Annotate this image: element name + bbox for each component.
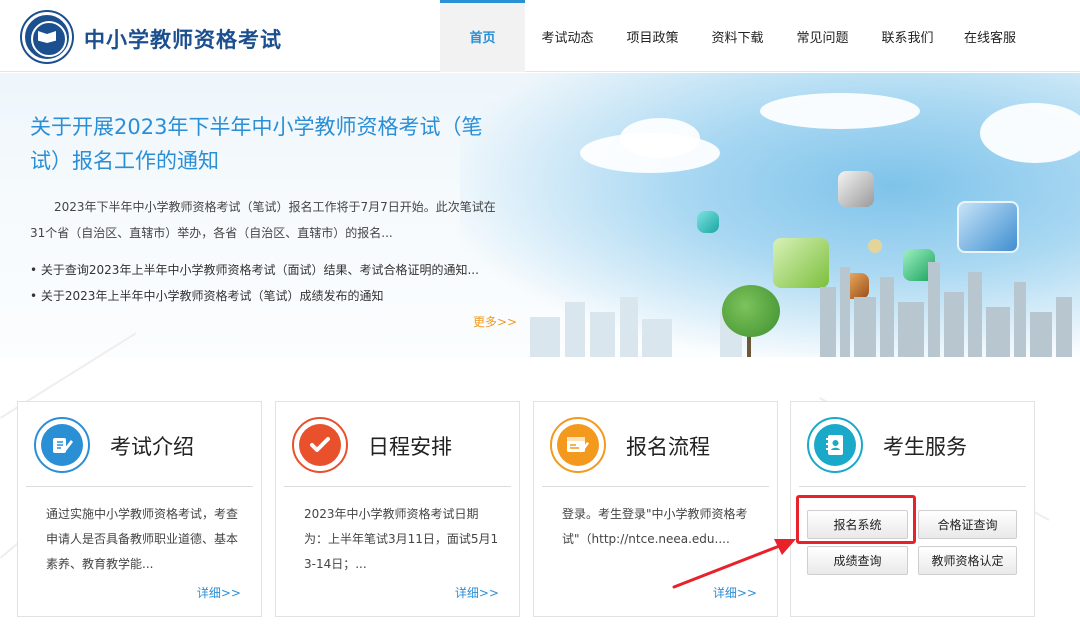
card-divider — [26, 486, 253, 487]
certificate-query-button[interactable]: 合格证查询 — [918, 510, 1017, 539]
contact-book-icon — [814, 424, 856, 466]
card-icon-ring — [807, 417, 863, 473]
nav-faq[interactable]: 常见问题 — [780, 0, 865, 72]
piano-cube-icon — [838, 171, 874, 207]
small-cube-icon — [697, 211, 719, 233]
annotation-arrow-icon — [672, 539, 796, 589]
nav-exam-news[interactable]: 考试动态 — [525, 0, 610, 72]
card-title: 报名流程 — [626, 435, 710, 459]
card-title: 考试介绍 — [110, 435, 194, 459]
site-header: 中小学教师资格考试 首页 考试动态 项目政策 资料下载 常见问题 联系我们 在线… — [0, 0, 1080, 72]
news-list: 关于查询2023年上半年中小学教师资格考试（面试）结果、考试合格证明的通知...… — [30, 257, 510, 309]
score-query-button[interactable]: 成绩查询 — [807, 546, 908, 575]
nav-online-service[interactable]: 在线客服 — [950, 0, 1030, 72]
cloud-decoration — [760, 93, 920, 129]
headline-link[interactable]: 关于开展2023年下半年中小学教师资格考试（笔试）报名工作的通知 — [30, 110, 500, 178]
card-icon-ring — [34, 417, 90, 473]
card-icon-ring — [550, 417, 606, 473]
form-edit-icon — [557, 424, 599, 466]
card-divider — [542, 486, 769, 487]
cloud-decoration — [620, 118, 700, 158]
nav-home[interactable]: 首页 — [440, 0, 525, 72]
site-logo-icon[interactable] — [22, 12, 72, 62]
card-description: 2023年中小学教师资格考试日期为：上半年笔试3月11日，面试5月13-14日；… — [304, 507, 499, 571]
tiny-cube-icon — [868, 239, 882, 253]
tree-illustration — [722, 285, 780, 337]
card-detail-link[interactable]: 详细>> — [455, 584, 499, 601]
card-title: 日程安排 — [368, 435, 452, 459]
card-title: 考生服务 — [883, 435, 967, 459]
main-nav: 首页 考试动态 项目政策 资料下载 常见问题 联系我们 在线客服 — [440, 0, 1030, 72]
cloud-decoration — [980, 103, 1080, 163]
headline-summary: 2023年下半年中小学教师资格考试（笔试）报名工作将于7月7日开始。此次笔试在3… — [30, 200, 496, 240]
news-item[interactable]: 关于查询2023年上半年中小学教师资格考试（面试）结果、考试合格证明的通知... — [30, 257, 510, 283]
city-skyline-illustration — [530, 262, 1072, 357]
card-exam-intro: 考试介绍 通过实施中小学教师资格考试，考查申请人是否具备教师职业道德、基本素养、… — [17, 401, 262, 617]
card-icon-ring — [292, 417, 348, 473]
more-news-link[interactable]: 更多>> — [473, 313, 517, 330]
card-schedule: 日程安排 2023年中小学教师资格考试日期为：上半年笔试3月11日，面试5月13… — [275, 401, 520, 617]
card-detail-link[interactable]: 详细>> — [197, 584, 241, 601]
feature-cards-section: 考试介绍 通过实施中小学教师资格考试，考查申请人是否具备教师职业道德、基本素养、… — [0, 332, 1080, 638]
teacher-certification-button[interactable]: 教师资格认定 — [918, 546, 1017, 575]
card-divider — [284, 486, 511, 487]
card-description: 通过实施中小学教师资格考试，考查申请人是否具备教师职业道德、基本素养、教育教学能… — [46, 507, 239, 571]
pencil-note-icon — [41, 424, 83, 466]
news-banner: 关于开展2023年下半年中小学教师资格考试（笔试）报名工作的通知 2023年下半… — [0, 73, 1080, 357]
checkmark-icon — [299, 424, 341, 466]
news-item[interactable]: 关于2023年上半年中小学教师资格考试（笔试）成绩发布的通知 — [30, 283, 510, 309]
nav-contact[interactable]: 联系我们 — [865, 0, 950, 72]
nav-policy[interactable]: 项目政策 — [610, 0, 695, 72]
music-cube-icon — [957, 201, 1019, 253]
card-divider — [799, 486, 1026, 487]
nav-downloads[interactable]: 资料下载 — [695, 0, 780, 72]
annotation-highlight-box — [796, 495, 916, 544]
site-title[interactable]: 中小学教师资格考试 — [84, 24, 282, 54]
